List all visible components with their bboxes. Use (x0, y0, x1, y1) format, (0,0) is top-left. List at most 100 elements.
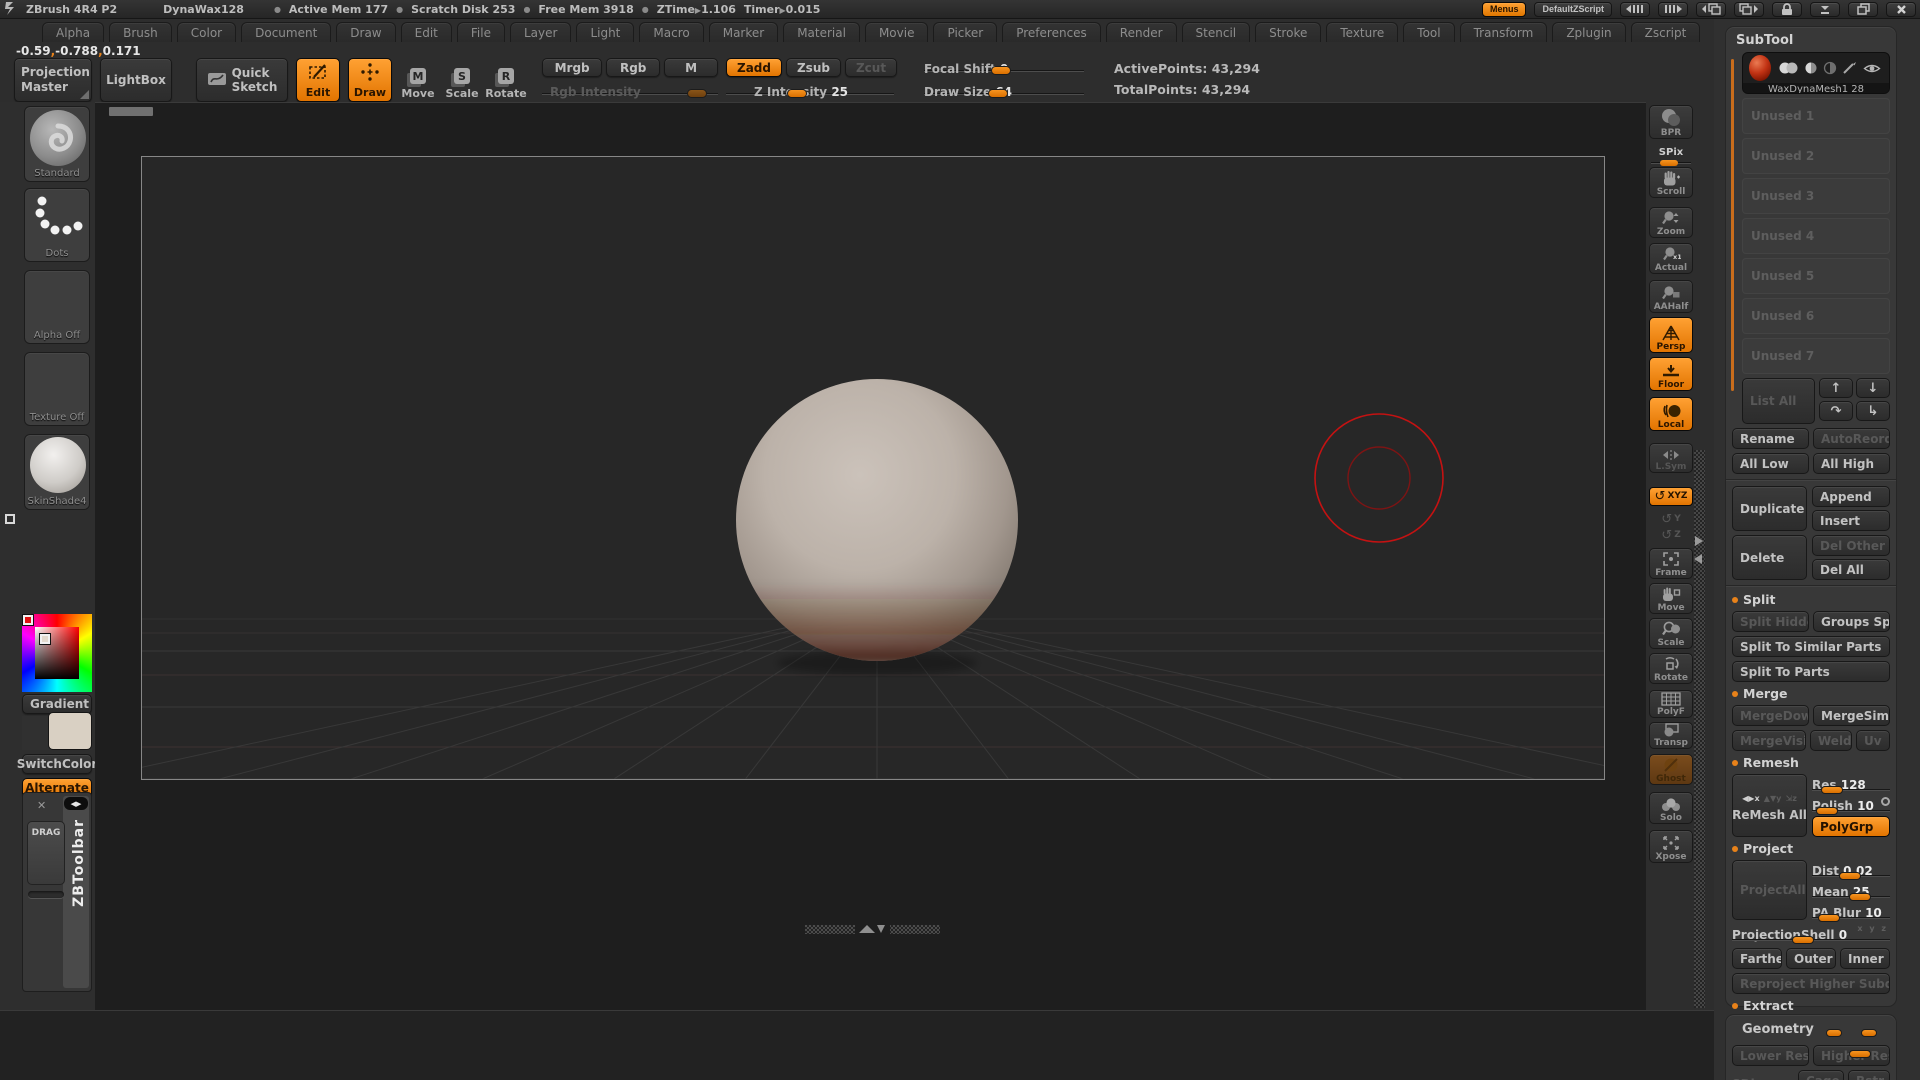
mrgb-button[interactable]: Mrgb (542, 58, 603, 77)
s-smt-handle[interactable] (1861, 1029, 1878, 1037)
extract-section-header[interactable]: Extract (1732, 998, 1890, 1013)
menu-item-picker[interactable]: Picker (933, 22, 998, 42)
polypaint-brush-icon[interactable] (1842, 61, 1858, 75)
right-shelf-zoom-button[interactable]: Zoom (1649, 207, 1693, 238)
delete-button[interactable]: Delete (1732, 535, 1807, 580)
subtool-down-button[interactable]: ↓ (1856, 378, 1890, 398)
subtool-empty-slot[interactable]: Unused 4 (1742, 218, 1890, 254)
del-all-button[interactable]: Del All (1812, 559, 1890, 580)
edit-button[interactable]: Edit (296, 58, 340, 102)
move-window-left-icon[interactable] (1696, 1, 1726, 17)
pa-blur-slider[interactable]: PA Blur 10 (1812, 902, 1890, 922)
autoreorder-button[interactable]: AutoReorder (1813, 428, 1890, 449)
all-low-button[interactable]: All Low (1732, 453, 1809, 474)
hue-marker[interactable] (23, 615, 33, 625)
menu-item-texture[interactable]: Texture (1326, 22, 1399, 42)
res-slider[interactable]: Res 128 (1812, 774, 1890, 794)
shrink-tray-right-icon[interactable] (1658, 1, 1688, 17)
menu-item-macro[interactable]: Macro (639, 22, 704, 42)
menu-item-color[interactable]: Color (176, 22, 237, 42)
subtool-active-item[interactable]: WaxDynaMesh1 28 (1742, 52, 1890, 94)
contrast-icon[interactable] (1823, 61, 1837, 75)
split-hidden-button[interactable]: Split Hidden (1732, 611, 1809, 632)
menu-item-layer[interactable]: Layer (509, 22, 572, 42)
uv-button[interactable]: Uv (1856, 730, 1890, 751)
subtool-empty-slot[interactable]: Unused 2 (1742, 138, 1890, 174)
thick-handle[interactable] (1848, 1050, 1871, 1058)
rgb-intensity-slider[interactable]: Rgb Intensity (542, 81, 718, 100)
append-button[interactable]: Append (1812, 486, 1890, 507)
move-button[interactable]: M Move (400, 58, 436, 102)
dist-handle[interactable] (1839, 872, 1862, 880)
menu-item-stencil[interactable]: Stencil (1181, 22, 1251, 42)
split-to-parts-button[interactable]: Split To Parts (1732, 661, 1890, 682)
canvas-viewport[interactable] (95, 102, 1646, 1010)
duplicate-button[interactable]: Duplicate (1732, 486, 1807, 531)
del-other-button[interactable]: Del Other (1812, 535, 1890, 556)
switch-color-button[interactable]: SwitchColor (17, 754, 97, 774)
right-shelf-scroll-button[interactable]: Scroll (1649, 167, 1693, 198)
focal-shift-handle[interactable] (990, 66, 1011, 75)
pa-blur-handle[interactable] (1817, 914, 1840, 922)
subtool-empty-slot[interactable]: Unused 5 (1742, 258, 1890, 294)
z-intensity-slider[interactable]: Z Intensity 25 (726, 81, 894, 100)
close-icon[interactable] (1886, 1, 1916, 17)
move-window-right-icon[interactable] (1734, 1, 1764, 17)
lightbox-button[interactable]: LightBox (100, 58, 172, 102)
right-shelf-l-sym-button[interactable]: L.Sym (1649, 443, 1693, 473)
all-high-button[interactable]: All High (1813, 453, 1890, 474)
projection-shell-handle[interactable] (1791, 936, 1814, 944)
focal-shift-slider[interactable]: Focal Shift 0 (924, 58, 1084, 77)
list-all-button[interactable]: List All (1742, 378, 1815, 424)
dist-slider[interactable]: Dist 0.02 (1812, 860, 1890, 880)
groups-split-button[interactable]: Groups Split (1813, 611, 1890, 632)
lock-icon[interactable] (1772, 1, 1802, 17)
menu-item-material[interactable]: Material (783, 22, 860, 42)
subtool-empty-slot[interactable]: Unused 3 (1742, 178, 1890, 214)
draw-size-slider[interactable]: Draw Size 64 (924, 81, 1084, 100)
right-shelf-ghost-button[interactable]: Ghost (1649, 754, 1693, 785)
gradient-button[interactable]: Gradient (22, 694, 92, 714)
subtool-empty-slot[interactable]: Unused 6 (1742, 298, 1890, 334)
right-shelf-xyz-button[interactable]: ↺ XYZ (1649, 487, 1693, 506)
right-shelf-transp-button[interactable]: Transp (1649, 722, 1693, 749)
menus-button[interactable]: Menus (1481, 1, 1527, 17)
right-shelf-y-button[interactable]: ↺ Y (1649, 512, 1693, 527)
right-shelf-local-button[interactable]: Local (1649, 397, 1693, 431)
polish-toggle-icon[interactable] (1881, 797, 1890, 806)
right-shelf-persp-button[interactable]: Persp (1649, 317, 1693, 353)
draw-button[interactable]: Draw (348, 58, 392, 102)
zbtoolbar-close-icon[interactable]: ✕ (37, 799, 46, 812)
menu-item-tool[interactable]: Tool (1403, 22, 1455, 42)
shrink-tray-left-icon[interactable] (1620, 1, 1650, 17)
canvas-mini-slider[interactable] (109, 107, 153, 116)
brush-selector[interactable]: Standard (24, 106, 90, 182)
split-to-similar-parts-button[interactable]: Split To Similar Parts (1732, 636, 1890, 657)
menu-item-render[interactable]: Render (1105, 22, 1177, 42)
polish-slider[interactable]: Polish 10 (1812, 795, 1890, 815)
remesh-all-button[interactable]: ◀▶x ▲▼y ⇲z ReMesh All (1732, 774, 1807, 837)
rotate-button[interactable]: R Rotate (485, 58, 527, 102)
zcut-button[interactable]: Zcut (844, 58, 898, 77)
zbtoolbar-collapse-icon[interactable]: ◀▶ (64, 797, 88, 810)
restore-window-icon[interactable] (1848, 1, 1878, 17)
right-shelf-z-button[interactable]: ↺ Z (1649, 528, 1693, 543)
projection-master-button[interactable]: Projection Master (14, 58, 92, 102)
z-intensity-handle[interactable] (786, 89, 807, 98)
weld-button[interactable]: Weld (1810, 730, 1852, 751)
texture-selector[interactable]: Texture Off (24, 352, 90, 426)
merge-visible-button[interactable]: MergeVisible (1732, 730, 1806, 751)
menu-item-stroke[interactable]: Stroke (1255, 22, 1322, 42)
menu-item-document[interactable]: Document (241, 22, 332, 42)
menu-item-marker[interactable]: Marker (708, 22, 779, 42)
quick-sketch-button[interactable]: Quick Sketch (196, 58, 288, 102)
menu-item-file[interactable]: File (456, 22, 505, 42)
merge-section-header[interactable]: Merge (1732, 686, 1890, 701)
right-shelf-solo-button[interactable]: Solo (1649, 792, 1693, 824)
right-shelf-polyf-button[interactable]: PolyF (1649, 690, 1693, 718)
rename-button[interactable]: Rename (1732, 428, 1809, 449)
zsub-button[interactable]: Zsub (785, 58, 841, 77)
subtool-header[interactable]: SubTool (1732, 31, 1890, 52)
scale-button[interactable]: S Scale (444, 58, 480, 102)
mean-slider[interactable]: Mean 25 (1812, 881, 1890, 901)
